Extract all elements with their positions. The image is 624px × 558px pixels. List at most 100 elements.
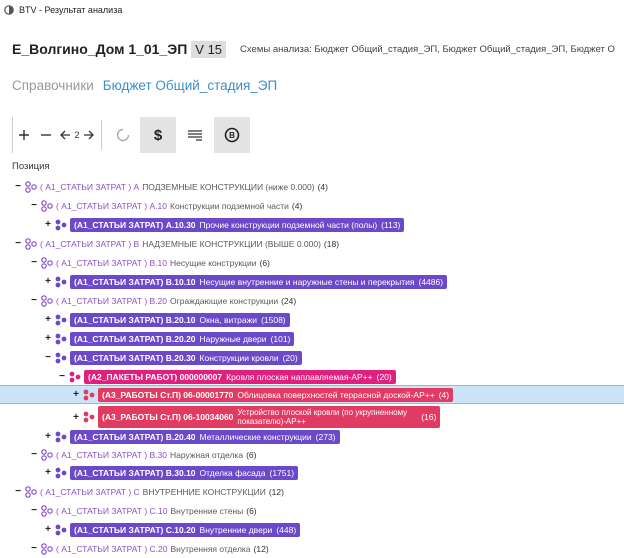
budget-mode-button[interactable]: B bbox=[214, 117, 250, 153]
row-count: (16) bbox=[421, 412, 437, 422]
hierarchy-icon bbox=[41, 504, 53, 517]
window-title: BTV - Результат анализа bbox=[19, 5, 123, 15]
level-down-button[interactable] bbox=[57, 117, 73, 153]
version-badge: V 15 bbox=[191, 40, 227, 58]
expand-toggle[interactable]: + bbox=[44, 467, 52, 478]
row-code: (А1_СТАТЬИ ЗАТРАТ) B.30.10 bbox=[74, 467, 196, 478]
tree-row[interactable]: + (А1_СТАТЬИ ЗАТРАТ) B.30.10 Отделка фас… bbox=[0, 463, 624, 482]
tree-row[interactable]: + (А1_СТАТЬИ ЗАТРАТ) C.10.20 Внутренние … bbox=[0, 520, 624, 539]
row-code: (А1_СТАТЬИ ЗАТРАТ) B.20.10 bbox=[74, 314, 196, 325]
row-count: (6) bbox=[246, 505, 257, 516]
row-badge: (А3_РАБОТЫ Ст.П) 06-10034060 Устройство … bbox=[98, 406, 441, 428]
collapse-toggle[interactable]: − bbox=[58, 371, 66, 382]
toolbar-divider bbox=[101, 120, 102, 150]
row-code: (А1_СТАТЬИ ЗАТРАТ) C.10.20 bbox=[74, 524, 196, 535]
tree-row[interactable]: − ( А1_СТАТЬИ ЗАТРАТ ) B.30 Наружная отд… bbox=[0, 445, 624, 464]
app-logo-icon bbox=[4, 5, 14, 15]
expand-toggle[interactable]: + bbox=[72, 389, 80, 400]
hierarchy-icon bbox=[55, 276, 67, 287]
expand-toggle[interactable]: + bbox=[44, 431, 52, 442]
expand-toggle[interactable]: + bbox=[44, 524, 52, 535]
tree-row[interactable]: − ( А1_СТАТЬИ ЗАТРАТ ) C ВНУТРЕННИЕ КОНС… bbox=[0, 482, 624, 501]
refresh-button[interactable] bbox=[106, 117, 140, 153]
collapse-toggle[interactable]: − bbox=[14, 486, 22, 497]
row-count: (4) bbox=[291, 200, 303, 211]
collapse-toggle[interactable]: − bbox=[30, 505, 38, 516]
row-code: ( А1_СТАТЬИ ЗАТРАТ ) C bbox=[40, 486, 140, 497]
expand-toggle[interactable]: + bbox=[44, 219, 52, 230]
breadcrumb-reference-link[interactable]: Справочники bbox=[12, 78, 94, 93]
tree-row[interactable]: + (А1_СТАТЬИ ЗАТРАТ) B.20.40 Металлическ… bbox=[0, 427, 624, 446]
tree-row[interactable]: + (А1_СТАТЬИ ЗАТРАТ) B.20.20 Наружные дв… bbox=[0, 329, 624, 348]
list-view-button[interactable] bbox=[176, 117, 214, 153]
row-name: Устройство плоской кровли (по укрупненно… bbox=[237, 408, 407, 426]
collapse-toggle[interactable]: − bbox=[30, 295, 38, 306]
row-badge: (А1_СТАТЬИ ЗАТРАТ) B.20.10 Окна, витражи… bbox=[70, 312, 290, 327]
row-code: (А3_РАБОТЫ Ст.П) 06-00001770 bbox=[102, 389, 234, 400]
analysis-schemes: Схемы анализа: Бюджет Общий_стадия_ЭП, Б… bbox=[240, 43, 615, 55]
dollar-icon: $ bbox=[153, 126, 163, 144]
row-code: ( А1_СТАТЬИ ЗАТРАТ ) C.10 bbox=[56, 505, 168, 516]
tree-row[interactable]: − ( А1_СТАТЬИ ЗАТРАТ ) A ПОДЗЕМНЫЕ КОНСТ… bbox=[0, 177, 624, 196]
expand-toggle[interactable]: + bbox=[44, 314, 52, 325]
row-count: (24) bbox=[281, 295, 297, 306]
row-code: (А2_ПАКЕТЫ РАБОТ) 000000007 bbox=[88, 371, 223, 382]
row-count: (12) bbox=[268, 486, 284, 497]
hierarchy-icon bbox=[41, 294, 53, 307]
tree-row[interactable]: + (А3_РАБОТЫ Ст.П) 06-10034060 Устройств… bbox=[0, 405, 624, 429]
expand-toggle[interactable]: + bbox=[44, 276, 52, 287]
row-name: Окна, витражи bbox=[199, 314, 258, 325]
row-count: (20) bbox=[282, 352, 298, 363]
collapse-button[interactable] bbox=[35, 117, 57, 153]
row-count: (1508) bbox=[261, 314, 286, 325]
collapse-toggle[interactable]: − bbox=[30, 449, 38, 460]
collapse-toggle[interactable]: − bbox=[30, 543, 38, 554]
hierarchy-icon bbox=[25, 180, 37, 193]
tree-row[interactable]: − ( А1_СТАТЬИ ЗАТРАТ ) B НАДЗЕМНЫЕ КОНСТ… bbox=[0, 234, 624, 253]
tree-row[interactable]: − ( А1_СТАТЬИ ЗАТРАТ ) B.10 Несущие конс… bbox=[0, 253, 624, 272]
tree-row[interactable]: + (А1_СТАТЬИ ЗАТРАТ) A.10.30 Прочие конс… bbox=[0, 215, 624, 234]
hierarchy-icon bbox=[41, 542, 53, 555]
hierarchy-icon bbox=[25, 485, 37, 498]
row-badge: (А3_РАБОТЫ Ст.П) 06-00001770 Облицовка п… bbox=[98, 387, 454, 402]
collapse-toggle[interactable]: − bbox=[14, 181, 22, 192]
row-name: Отделка фасада bbox=[199, 467, 266, 478]
row-code: (А3_РАБОТЫ Ст.П) 06-10034060 bbox=[102, 412, 234, 422]
collapse-toggle[interactable]: − bbox=[44, 352, 52, 363]
level-up-button[interactable] bbox=[81, 117, 97, 153]
row-code: ( А1_СТАТЬИ ЗАТРАТ ) A bbox=[40, 181, 140, 192]
hierarchy-icon bbox=[41, 448, 53, 461]
collapse-toggle[interactable]: − bbox=[30, 257, 38, 268]
row-badge: (А1_СТАТЬИ ЗАТРАТ) A.10.30 Прочие констр… bbox=[70, 217, 405, 232]
row-name: Наружная отделка bbox=[170, 449, 244, 460]
row-code: (А1_СТАТЬИ ЗАТРАТ) B.20.30 bbox=[74, 352, 196, 363]
tree-row[interactable]: − (А1_СТАТЬИ ЗАТРАТ) B.20.30 Конструкции… bbox=[0, 348, 624, 367]
tree-row[interactable]: + (А1_СТАТЬИ ЗАТРАТ) B.10.10 Несущие вну… bbox=[0, 272, 624, 291]
hierarchy-icon bbox=[55, 314, 67, 325]
row-count: (4) bbox=[317, 181, 328, 192]
expand-toggle[interactable]: + bbox=[44, 333, 52, 344]
arrow-left-icon bbox=[60, 130, 70, 140]
hierarchy-icon bbox=[55, 333, 67, 344]
hierarchy-icon bbox=[55, 219, 67, 230]
tree-row[interactable]: + (А1_СТАТЬИ ЗАТРАТ) B.20.10 Окна, витра… bbox=[0, 310, 624, 329]
tree-row[interactable]: − ( А1_СТАТЬИ ЗАТРАТ ) A.10 Конструкции … bbox=[0, 196, 624, 215]
expand-toggle[interactable]: + bbox=[72, 412, 80, 423]
collapse-toggle[interactable]: − bbox=[30, 200, 38, 211]
currency-toggle-button[interactable]: $ bbox=[140, 117, 176, 153]
tree-row[interactable]: − (А2_ПАКЕТЫ РАБОТ) 000000007 Кровля пло… bbox=[0, 367, 624, 386]
row-name: Конструкции кровли bbox=[199, 352, 279, 363]
tree-row[interactable]: − ( А1_СТАТЬИ ЗАТРАТ ) C.20 Внутренняя о… bbox=[0, 539, 624, 558]
collapse-toggle[interactable]: − bbox=[14, 238, 22, 249]
row-badge: (А1_СТАТЬИ ЗАТРАТ) B.10.10 Несущие внутр… bbox=[70, 274, 448, 289]
row-name: Кровля плоская наплавляемая-АР++ bbox=[226, 371, 373, 382]
expand-button[interactable] bbox=[13, 117, 35, 153]
row-code: ( А1_СТАТЬИ ЗАТРАТ ) B bbox=[40, 238, 140, 249]
tree-row-selected[interactable]: + (А3_РАБОТЫ Ст.П) 06-00001770 Облицовка… bbox=[0, 385, 624, 404]
breadcrumb-current[interactable]: Бюджет Общий_стадия_ЭП bbox=[103, 78, 277, 93]
tree-row[interactable]: − ( А1_СТАТЬИ ЗАТРАТ ) B.20 Ограждающие … bbox=[0, 291, 624, 310]
title-bar: BTV - Результат анализа bbox=[0, 0, 624, 20]
tree-row[interactable]: − ( А1_СТАТЬИ ЗАТРАТ ) C.10 Внутренние с… bbox=[0, 501, 624, 520]
row-count: (1751) bbox=[269, 467, 295, 478]
hierarchy-icon bbox=[41, 256, 53, 269]
